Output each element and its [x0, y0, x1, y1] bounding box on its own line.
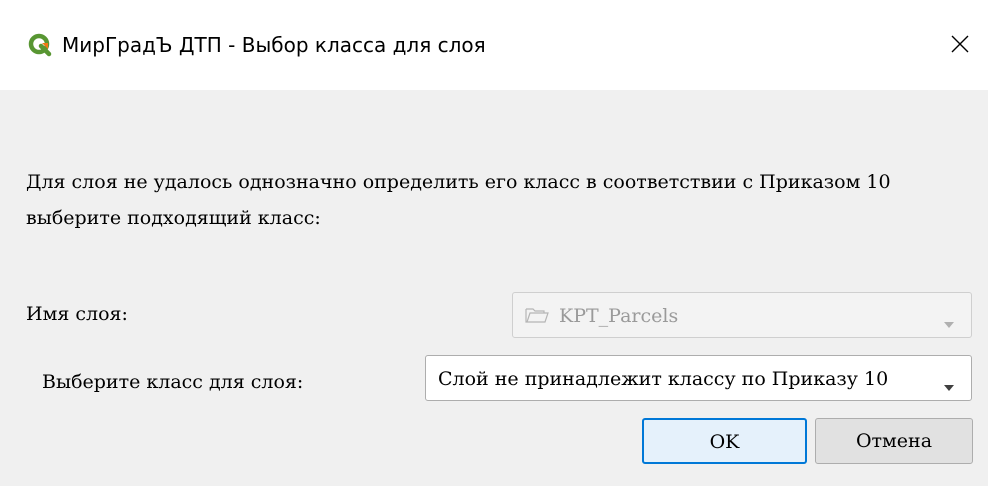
cancel-button[interactable]: Отмена — [815, 418, 973, 464]
qgis-logo-icon — [28, 33, 52, 57]
layer-name-value: KPT_Parcels — [559, 305, 679, 327]
folder-icon — [525, 306, 549, 329]
chevron-down-icon — [943, 312, 955, 334]
layer-class-select[interactable]: Слой не принадлежит классу по Приказу 10 — [425, 355, 972, 401]
dialog-message: Для слоя не удалось однозначно определит… — [26, 171, 891, 229]
close-button[interactable] — [928, 14, 988, 74]
close-icon — [951, 35, 969, 53]
layer-name-label: Имя слоя: — [26, 303, 128, 325]
layer-class-label: Выберите класс для слоя: — [42, 371, 304, 393]
window-title: МирГрадЪ ДТП - Выбор класса для слоя — [62, 33, 486, 57]
chevron-down-icon — [943, 375, 955, 397]
ok-button[interactable]: OK — [642, 418, 807, 464]
layer-class-value: Слой не принадлежит классу по Приказу 10 — [438, 368, 889, 390]
layer-name-select: KPT_Parcels — [512, 292, 972, 338]
title-bar: МирГрадЪ ДТП - Выбор класса для слоя — [0, 0, 988, 90]
